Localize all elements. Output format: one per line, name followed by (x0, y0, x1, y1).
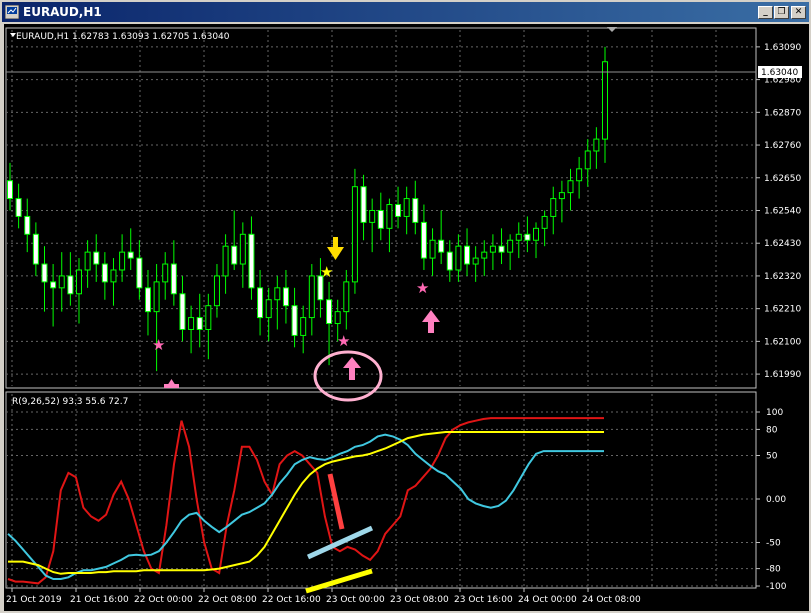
price-tick-label: 1.62870 (764, 108, 801, 118)
restore-button[interactable]: ❐ (774, 6, 789, 19)
indicator-tick-label: -50 (766, 539, 781, 549)
indicator-tick-label: 100 (766, 408, 783, 418)
price-tick-label: 1.62100 (764, 337, 801, 347)
price-tick-label: 1.62210 (764, 305, 801, 315)
star-marker: ★ (320, 263, 333, 281)
price-tick-label: 1.62650 (764, 174, 801, 184)
time-tick-label: 23 Oct 00:00 (326, 595, 385, 605)
chart-area[interactable]: 1.63090 1.62980 1.62870 1.62760 1.62650 1.625… (4, 24, 809, 611)
price-tick-label: 1.62320 (764, 272, 801, 282)
star-marker: ★ (337, 332, 350, 350)
price-tick-label: 1.62760 (764, 141, 801, 151)
minimize-icon: _ (763, 7, 768, 17)
price-tick-label: 1.61990 (764, 370, 801, 380)
close-icon: ✕ (794, 7, 803, 17)
restore-icon: ❐ (777, 7, 786, 17)
time-tick-label: 22 Oct 08:00 (198, 595, 257, 605)
star-marker: ★ (152, 336, 165, 354)
candle (351, 168, 358, 294)
window-title: EURAUD,H1 (23, 5, 102, 19)
price-tick-label: 1.63090 (764, 43, 801, 53)
time-tick-label: 21 Oct 16:00 (70, 595, 129, 605)
time-tick-label: 23 Oct 08:00 (390, 595, 449, 605)
chart-canvas[interactable]: 1.630901.629801.628701.627601.626501.625… (4, 24, 809, 611)
indicator-tick-label: -100 (766, 582, 787, 592)
indicator-tick-label: 50 (766, 452, 778, 462)
price-tick-label: 1.62430 (764, 239, 801, 249)
time-tick-label: 21 Oct 2019 (6, 595, 62, 605)
chart-window-icon (5, 5, 19, 19)
star-marker: ★ (416, 279, 429, 297)
indicator-header: R(9,26,52) 93.3 55.6 72.7 (12, 397, 128, 407)
indicator-tick-label: 80 (766, 425, 778, 435)
current-price-label: 1.63040 (761, 68, 798, 78)
indicator-tick-label: -80 (766, 565, 781, 575)
time-tick-label: 23 Oct 16:00 (454, 595, 513, 605)
minimize-button[interactable]: _ (758, 6, 773, 19)
close-button[interactable]: ✕ (791, 6, 806, 19)
time-tick-label: 22 Oct 16:00 (262, 595, 321, 605)
time-tick-label: 24 Oct 00:00 (518, 595, 577, 605)
indicator-tick-label: 0.00 (766, 495, 786, 505)
symbol-info: EURAUD,H1 1.62783 1.63093 1.62705 1.6304… (16, 32, 230, 42)
price-tick-label: 1.62540 (764, 206, 801, 216)
time-tick-label: 24 Oct 08:00 (582, 595, 641, 605)
time-tick-label: 22 Oct 00:00 (134, 595, 193, 605)
title-bar[interactable]: EURAUD,H1 _ ❐ ✕ (2, 2, 809, 22)
terminal-window: EURAUD,H1 _ ❐ ✕ 1.63090 1.62980 1.62870 1.6… (0, 0, 811, 613)
